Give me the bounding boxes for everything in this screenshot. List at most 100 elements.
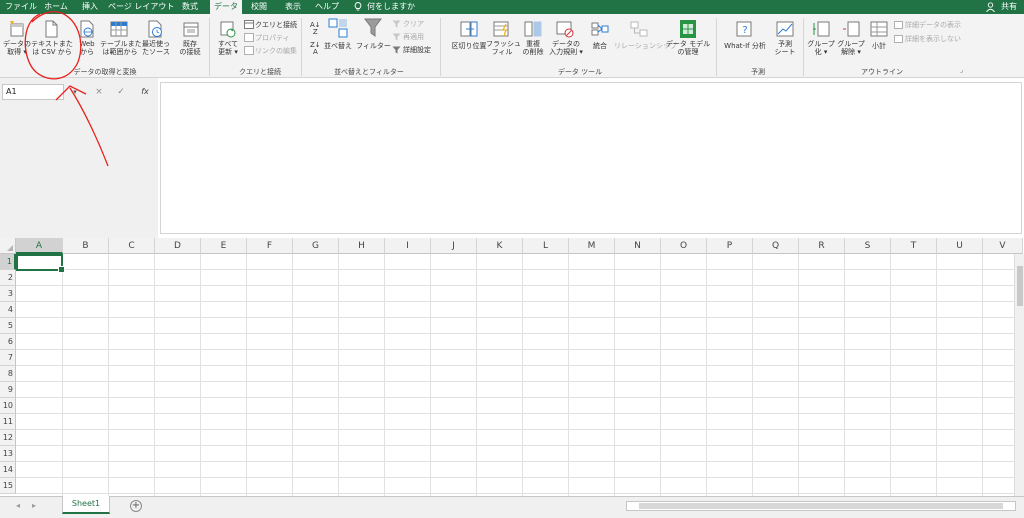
consolidate-button[interactable]: 統合 — [588, 42, 612, 50]
hide-detail-button[interactable]: 詳細を表示しない — [905, 35, 961, 43]
sort-icon[interactable] — [328, 18, 348, 38]
refresh-all-icon[interactable] — [219, 20, 237, 38]
column-header-b[interactable]: B — [63, 238, 109, 254]
recent-sources-button[interactable]: 最近使っ たソース — [140, 40, 172, 56]
text-csv-icon[interactable] — [42, 20, 60, 38]
tab-help[interactable]: ヘルプ — [314, 0, 340, 14]
row-header-12[interactable]: 12 — [0, 430, 16, 446]
text-csv-button[interactable]: テキストまたは CSV から — [30, 40, 74, 56]
row-header-11[interactable]: 11 — [0, 414, 16, 430]
formula-input[interactable] — [160, 82, 1022, 234]
get-data-icon[interactable] — [8, 20, 26, 38]
flash-fill-icon[interactable] — [493, 20, 511, 38]
tab-page-layout[interactable]: ページ レイアウト — [108, 0, 174, 14]
column-header-q[interactable]: Q — [753, 238, 799, 254]
tab-review[interactable]: 校閲 — [246, 0, 272, 14]
select-all-corner[interactable] — [0, 238, 16, 254]
what-if-icon[interactable]: ? — [736, 20, 754, 38]
existing-connections-button[interactable]: 既存 の接続 — [174, 40, 206, 56]
sort-ascending-icon[interactable]: A↓ Z — [310, 22, 321, 36]
horizontal-scrollbar[interactable] — [626, 501, 1016, 511]
row-header-2[interactable]: 2 — [0, 270, 16, 286]
column-header-v[interactable]: V — [983, 238, 1023, 254]
data-validation-button[interactable]: データの 入力規則 ▾ — [546, 40, 586, 56]
filter-icon[interactable] — [364, 18, 382, 38]
enter-button[interactable]: ✓ — [112, 84, 130, 100]
forecast-sheet-icon[interactable] — [776, 20, 794, 38]
consolidate-icon[interactable] — [591, 20, 609, 38]
row-header-10[interactable]: 10 — [0, 398, 16, 414]
dialog-launcher-icon[interactable]: ⌟ — [960, 66, 963, 74]
column-header-l[interactable]: L — [523, 238, 569, 254]
existing-connections-icon[interactable] — [182, 20, 200, 38]
web-button[interactable]: Web から — [76, 40, 98, 56]
row-header-7[interactable]: 7 — [0, 350, 16, 366]
column-header-u[interactable]: U — [937, 238, 983, 254]
row-header-8[interactable]: 8 — [0, 366, 16, 382]
name-box-dropdown-icon[interactable]: ▾ — [66, 84, 84, 100]
row-header-9[interactable]: 9 — [0, 382, 16, 398]
reapply-button[interactable]: 再適用 — [403, 33, 424, 41]
recent-sources-icon[interactable] — [146, 20, 164, 38]
horizontal-scroll-thumb[interactable] — [639, 503, 1003, 509]
active-cell[interactable] — [16, 254, 65, 273]
what-if-button[interactable]: What-If 分析 — [720, 42, 770, 50]
name-box[interactable]: A1 — [2, 84, 64, 100]
column-header-c[interactable]: C — [109, 238, 155, 254]
row-header-3[interactable]: 3 — [0, 286, 16, 302]
column-header-f[interactable]: F — [247, 238, 293, 254]
table-range-icon[interactable] — [110, 20, 128, 38]
column-header-s[interactable]: S — [845, 238, 891, 254]
sort-button[interactable]: 並べ替え — [322, 42, 354, 50]
web-icon[interactable] — [78, 20, 96, 38]
filter-button[interactable]: フィルター — [356, 42, 391, 50]
column-header-n[interactable]: N — [615, 238, 661, 254]
row-header-4[interactable]: 4 — [0, 302, 16, 318]
get-data-button[interactable]: データの 取得 ▾ — [2, 40, 32, 56]
sheet-prev-icon[interactable]: ◂ — [16, 501, 20, 510]
relationships-button[interactable]: リレーションシップ — [614, 42, 677, 50]
show-detail-button[interactable]: 詳細データの表示 — [905, 21, 961, 29]
row-header-15[interactable]: 15 — [0, 478, 16, 494]
row-header-14[interactable]: 14 — [0, 462, 16, 478]
row-header-6[interactable]: 6 — [0, 334, 16, 350]
cancel-button[interactable]: × — [90, 84, 108, 100]
insert-function-button[interactable]: fx — [136, 84, 154, 100]
column-header-d[interactable]: D — [155, 238, 201, 254]
column-header-o[interactable]: O — [661, 238, 707, 254]
tab-file[interactable]: ファイル — [2, 0, 40, 14]
tab-view[interactable]: 表示 — [280, 0, 306, 14]
advanced-filter-button[interactable]: 詳細設定 — [403, 46, 431, 54]
column-header-h[interactable]: H — [339, 238, 385, 254]
text-to-columns-button[interactable]: 区切り位置 — [448, 42, 490, 50]
column-header-t[interactable]: T — [891, 238, 937, 254]
sheet-next-icon[interactable]: ▸ — [32, 501, 36, 510]
text-to-columns-icon[interactable] — [460, 20, 478, 38]
flash-fill-button[interactable]: フラッシュ フィル — [486, 40, 521, 56]
subtotal-button[interactable]: 小計 — [866, 42, 892, 50]
worksheet-grid[interactable]: ABCDEFGHIJKLMNOPQRSTUV 1 2 3 4 5 6 7 8 9 10 11 12 13… — [0, 238, 1024, 496]
group-icon[interactable] — [812, 20, 830, 38]
subtotal-icon[interactable] — [870, 20, 888, 38]
properties-button[interactable]: プロパティ — [255, 34, 290, 42]
column-header-e[interactable]: E — [201, 238, 247, 254]
forecast-sheet-button[interactable]: 予測 シート — [772, 40, 798, 56]
column-header-m[interactable]: M — [569, 238, 615, 254]
row-header-5[interactable]: 5 — [0, 318, 16, 334]
column-header-r[interactable]: R — [799, 238, 845, 254]
column-header-j[interactable]: J — [431, 238, 477, 254]
data-model-icon[interactable] — [679, 19, 697, 39]
tab-formulas[interactable]: 数式 — [176, 0, 204, 14]
tab-home[interactable]: ホーム — [40, 0, 72, 14]
column-header-i[interactable]: I — [385, 238, 431, 254]
clear-button[interactable]: クリア — [403, 20, 424, 28]
refresh-all-button[interactable]: すべて 更新 ▾ — [212, 40, 244, 56]
column-header-g[interactable]: G — [293, 238, 339, 254]
add-sheet-icon[interactable]: + — [130, 500, 142, 512]
queries-connections-button[interactable]: クエリと接続 — [255, 21, 297, 29]
row-header-13[interactable]: 13 — [0, 446, 16, 462]
relationships-icon[interactable] — [630, 20, 648, 38]
column-header-a[interactable]: A — [16, 238, 63, 254]
share-button[interactable]: 共有 — [998, 0, 1020, 14]
sheet-tab-sheet1[interactable]: Sheet1 — [62, 496, 110, 514]
